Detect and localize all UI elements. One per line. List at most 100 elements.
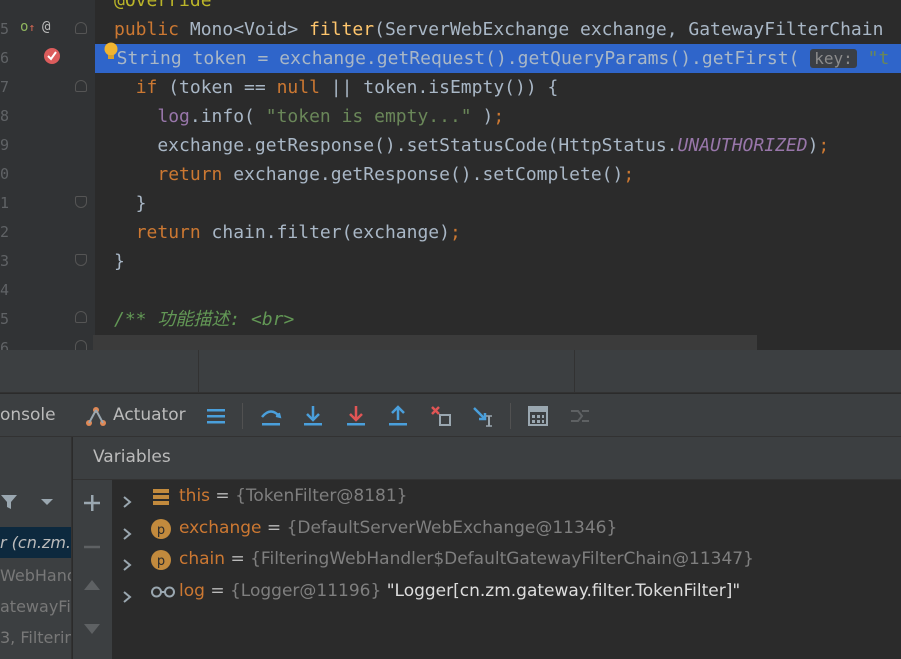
- frame-row[interactable]: atewayFilt: [0, 591, 71, 622]
- chevron-right-icon[interactable]: [120, 489, 134, 508]
- fold-marker-icon[interactable]: [75, 340, 87, 350]
- fold-marker-icon[interactable]: [75, 254, 87, 266]
- code-line[interactable]: }: [114, 247, 901, 276]
- line-number: 8: [0, 107, 10, 125]
- line-number: 5: [0, 20, 10, 38]
- line-number: 3: [0, 252, 10, 270]
- parameter-icon: p: [150, 549, 172, 571]
- frame-row-selected[interactable]: r (cn.zm.g: [0, 527, 71, 558]
- fold-marker-icon[interactable]: [75, 22, 87, 34]
- current-execution-line[interactable]: String token = exchange.getRequest().get…: [95, 44, 901, 73]
- tab-console[interactable]: onsole: [0, 405, 56, 425]
- remove-watch-icon[interactable]: [82, 537, 102, 557]
- field-list-icon: [150, 486, 172, 508]
- line-number: 4: [0, 281, 10, 299]
- run-to-cursor-icon[interactable]: [471, 404, 495, 428]
- debug-session-bar: [0, 350, 901, 393]
- variable-row[interactable]: p chain = {FilteringWebHandler$DefaultGat…: [112, 544, 901, 575]
- variable-row[interactable]: log = {Logger@11196} "Logger[cn.zm.gatew…: [112, 576, 901, 607]
- variables-side-toolbar: [73, 480, 112, 659]
- chevron-right-icon[interactable]: [120, 584, 134, 603]
- code-token: "token is empty...": [265, 106, 472, 127]
- code-token: filter: [309, 19, 375, 40]
- annotation-gutter-icon[interactable]: @: [42, 19, 50, 35]
- show-execution-point-icon[interactable]: [204, 404, 228, 428]
- tab-divider: [198, 350, 199, 393]
- code-line[interactable]: [114, 276, 901, 305]
- code-token: ;: [623, 164, 635, 185]
- code-line[interactable]: @Override: [114, 0, 901, 15]
- code-line[interactable]: log.info( "token is empty..." );: [114, 102, 901, 131]
- code-line[interactable]: }: [114, 189, 901, 218]
- fold-marker-icon[interactable]: [75, 80, 87, 92]
- code-token: public: [114, 19, 190, 40]
- step-out-icon[interactable]: [386, 404, 410, 428]
- horizontal-scrollbar[interactable]: [93, 335, 757, 350]
- code-token: ;: [818, 135, 830, 156]
- variable-value: {TokenFilter@8181}: [235, 486, 408, 506]
- toolbar-separator: [510, 403, 511, 429]
- move-up-icon[interactable]: [82, 578, 102, 592]
- code-token: Mono<Void>: [189, 19, 310, 40]
- frame-row[interactable]: 3, Filterin: [0, 622, 71, 653]
- drop-frame-icon[interactable]: [429, 404, 453, 428]
- code-token: UNAUTHORIZED: [677, 135, 808, 156]
- code-token: }: [114, 193, 147, 214]
- code-token: return: [157, 164, 234, 185]
- add-watch-icon[interactable]: [82, 493, 102, 513]
- filter-icon[interactable]: [0, 493, 18, 511]
- fold-marker-icon[interactable]: [75, 196, 87, 208]
- code-token: if: [135, 77, 169, 98]
- code-token: exchange.getResponse().setComplete(): [233, 164, 624, 185]
- chevron-down-icon[interactable]: [40, 497, 54, 507]
- line-number: 6: [0, 49, 10, 67]
- code-line[interactable]: exchange.getResponse().setStatusCode(Htt…: [114, 131, 901, 160]
- code-editor[interactable]: o↑ @ 5 6 7 8 9 0 1 2 3 4 5 6 @Override public Mono<V…: [0, 0, 901, 350]
- code-token: ): [471, 106, 494, 127]
- step-over-icon[interactable]: [259, 404, 283, 428]
- force-step-into-icon[interactable]: [344, 404, 368, 428]
- variable-row[interactable]: this = {TokenFilter@8181}: [112, 481, 901, 512]
- watch-glasses-icon: [150, 581, 175, 603]
- code-token: ): [807, 135, 819, 156]
- variable-text: log = {Logger@11196} "Logger[cn.zm.gatew…: [179, 576, 740, 607]
- code-token: null: [276, 77, 331, 98]
- evaluate-expression-icon[interactable]: [526, 404, 550, 428]
- variable-text: chain = {FilteringWebHandler$DefaultGate…: [179, 544, 754, 575]
- code-line[interactable]: /** 功能描述: <br>: [114, 305, 901, 334]
- code-line[interactable]: return exchange.getResponse().setComplet…: [114, 160, 901, 189]
- code-token: (ServerWebExchange exchange, GatewayFilt…: [374, 19, 884, 40]
- svg-text:p: p: [157, 523, 165, 538]
- intention-bulb-icon[interactable]: [103, 42, 119, 62]
- line-number: 7: [0, 78, 10, 96]
- breakpoint-icon[interactable]: [43, 47, 61, 65]
- code-token: @Override: [114, 0, 212, 11]
- actuator-icon[interactable]: [84, 404, 108, 428]
- step-into-icon[interactable]: [301, 404, 325, 428]
- variable-row[interactable]: p exchange = {DefaultServerWebExchange@11…: [112, 513, 901, 544]
- parameter-hint: key:: [810, 49, 857, 68]
- fold-marker-icon[interactable]: [75, 311, 87, 323]
- code-line[interactable]: public Mono<Void> filter(ServerWebExchan…: [114, 15, 901, 44]
- frame-row[interactable]: WebHand: [0, 560, 71, 591]
- variables-header: Variables: [73, 437, 901, 480]
- code-token: /**: [114, 309, 158, 330]
- chevron-right-icon[interactable]: [120, 552, 134, 571]
- frames-panel: r (cn.zm.g WebHand atewayFilt 3, Filteri…: [0, 437, 72, 659]
- trace-stream-icon[interactable]: [568, 404, 592, 428]
- override-gutter-icon[interactable]: o↑: [20, 19, 35, 36]
- code-line[interactable]: if (token == null || token.isEmpty()) {: [114, 73, 901, 102]
- move-down-icon[interactable]: [82, 622, 102, 636]
- variable-string-value: "Logger[cn.zm.gateway.filter.TokenFilter…: [386, 580, 741, 601]
- variable-equals: =: [261, 517, 287, 538]
- code-line[interactable]: return chain.filter(exchange);: [114, 218, 901, 247]
- tab-actuator[interactable]: Actuator: [113, 405, 186, 425]
- variable-equals: =: [225, 549, 251, 569]
- variables-tree: this = {TokenFilter@8181} p exchange = {De…: [112, 480, 901, 659]
- variables-title: Variables: [93, 447, 171, 467]
- code-token: String token = exchange.getRequest().get…: [95, 48, 811, 69]
- chevron-right-icon[interactable]: [120, 521, 134, 540]
